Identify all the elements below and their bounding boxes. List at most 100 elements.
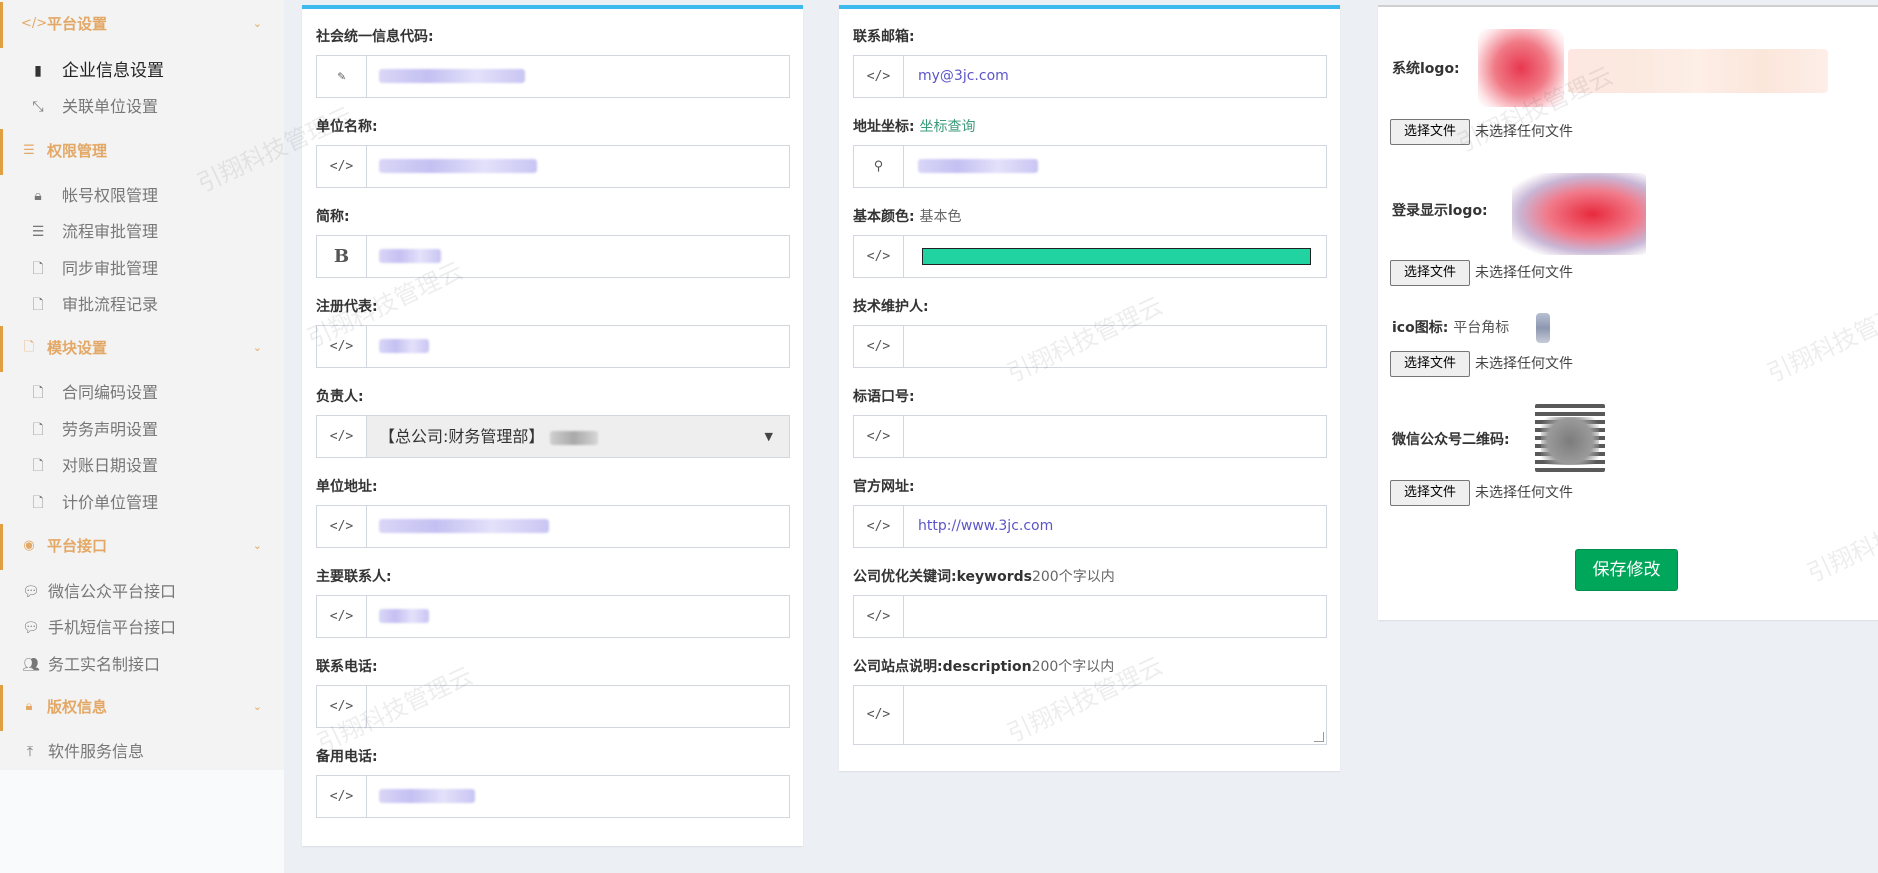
sidebar-section-label: 平台接口 xyxy=(47,537,108,555)
email-input[interactable]: </> my@3jc.com xyxy=(853,55,1327,98)
slogan-group: 标语口号: </> xyxy=(853,388,1327,458)
wechat-icon: 💬︎ xyxy=(22,584,40,600)
sidebar-item-reconciliation-date[interactable]: 🗋︎ 对账日期设置 xyxy=(0,448,284,484)
slogan-input[interactable]: </> xyxy=(853,415,1327,458)
sidebar-item-contract-code[interactable]: 🗋︎ 合同编码设置 xyxy=(0,375,284,411)
wechat-qr-file-status: 未选择任何文件 xyxy=(1475,485,1573,501)
sidebar-item-account-permissions[interactable]: 🔒︎ 帐号权限管理 xyxy=(0,178,284,214)
address-input[interactable]: </> xyxy=(316,505,790,548)
sidebar-item-labor-statement[interactable]: 🗋︎ 劳务声明设置 xyxy=(0,412,284,448)
website-label: 官方网址: xyxy=(853,479,915,495)
backup-phone-input[interactable]: </> xyxy=(316,775,790,818)
legal-rep-value xyxy=(379,326,429,367)
slogan-label: 标语口号: xyxy=(853,389,915,405)
code-icon: </> xyxy=(317,776,367,817)
login-logo-file-button[interactable]: 选择文件 xyxy=(1390,260,1470,286)
users-icon: 👥︎ xyxy=(22,657,40,673)
credit-code-value xyxy=(379,56,525,97)
sidebar-item-label: 同步审批管理 xyxy=(62,259,159,278)
description-group: 公司站点说明:description200个字以内 </> xyxy=(853,658,1327,745)
sidebar-section-label: 权限管理 xyxy=(47,142,108,160)
sidebar-item-wechat-api[interactable]: 💬︎ 微信公众平台接口 xyxy=(0,574,284,610)
sidebar-item-pricing-units[interactable]: 🗋︎ 计价单位管理 xyxy=(0,485,284,521)
legal-rep-label: 注册代表: xyxy=(316,299,378,315)
basic-info-panel: 社会统一信息代码: ✎ 单位名称: </> 简称: B 注册代表: </> 负责… xyxy=(302,5,803,846)
sidebar-item-related-units[interactable]: ⤡ 关联单位设置 xyxy=(0,89,284,125)
website-group: 官方网址: </> http://www.3jc.com xyxy=(853,478,1327,548)
short-name-label: 简称: xyxy=(316,209,350,225)
color-sublabel: 基本色 xyxy=(919,209,962,225)
keywords-label: 公司优化关键词: xyxy=(853,569,957,585)
manager-value: 【总公司:财务管理部】 xyxy=(379,416,598,457)
sidebar-item-enterprise-info[interactable]: ▮ 企业信息设置 xyxy=(0,53,284,89)
sidebar-item-approval-records[interactable]: 🗋︎ 审批流程记录 xyxy=(0,287,284,323)
backup-phone-group: 备用电话: </> xyxy=(316,748,790,818)
sidebar-section-platform-settings[interactable]: </> 平台设置 ⌄ xyxy=(0,2,284,48)
sidebar-item-label: 务工实名制接口 xyxy=(48,655,161,674)
sidebar-item-software-service[interactable]: ⤒ 软件服务信息 xyxy=(0,734,284,770)
code-icon: </> xyxy=(317,506,367,547)
maintainer-input[interactable]: </> xyxy=(853,325,1327,368)
save-button[interactable]: 保存修改 xyxy=(1575,549,1678,591)
code-icon: </> xyxy=(854,326,904,367)
description-keyword: description xyxy=(942,659,1032,675)
sidebar-item-process-approval[interactable]: ☰ 流程审批管理 xyxy=(0,214,284,250)
login-logo-file-status: 未选择任何文件 xyxy=(1475,265,1573,281)
contact-input[interactable]: </> xyxy=(316,595,790,638)
system-logo-text-image xyxy=(1568,49,1828,93)
compress-icon: ⤡ xyxy=(32,99,44,115)
keywords-input[interactable]: </> xyxy=(853,595,1327,638)
file-icon: 🗋︎ xyxy=(32,297,44,313)
short-name-group: 简称: B xyxy=(316,208,790,278)
short-name-input[interactable]: B xyxy=(316,235,790,278)
code-icon: </> xyxy=(317,686,367,727)
sidebar-item-sms-api[interactable]: 💬︎ 手机短信平台接口 xyxy=(0,610,284,646)
coords-query-link[interactable]: 坐标查询 xyxy=(919,119,975,135)
color-swatch[interactable] xyxy=(922,248,1311,265)
keywords-hint: 200个字以内 xyxy=(1031,569,1115,585)
credit-code-input[interactable]: ✎ xyxy=(316,55,790,98)
code-icon: </> xyxy=(21,16,48,31)
unit-name-group: 单位名称: </> xyxy=(316,118,790,188)
coords-group: 地址坐标: 坐标查询 ⚲ xyxy=(853,118,1327,188)
short-name-value xyxy=(379,236,441,277)
lock-icon: 🔒︎ xyxy=(34,188,42,204)
coords-input[interactable]: ⚲ xyxy=(853,145,1327,188)
manager-group: 负责人: </> 【总公司:财务管理部】 ▼ xyxy=(316,388,790,458)
phone-input[interactable]: </> xyxy=(316,685,790,728)
code-icon: </> xyxy=(317,326,367,367)
wechat-qr-file-button[interactable]: 选择文件 xyxy=(1390,480,1470,506)
resize-handle[interactable] xyxy=(1314,732,1324,742)
sidebar-section-modules[interactable]: 🗋︎ 模块设置 ⌄ xyxy=(0,326,284,372)
code-icon: </> xyxy=(854,686,904,744)
manager-select[interactable]: </> 【总公司:财务管理部】 ▼ xyxy=(316,415,790,458)
unit-name-input[interactable]: </> xyxy=(316,145,790,188)
unit-name-label: 单位名称: xyxy=(316,119,378,135)
backup-phone-value xyxy=(379,776,475,817)
color-input[interactable]: </> xyxy=(853,235,1327,278)
login-logo-image xyxy=(1512,173,1646,255)
file-icon: 🗋︎ xyxy=(32,458,44,474)
code-icon: </> xyxy=(854,596,904,637)
system-logo-file-button[interactable]: 选择文件 xyxy=(1390,119,1470,145)
website-input[interactable]: </> http://www.3jc.com xyxy=(853,505,1327,548)
phone-label: 联系电话: xyxy=(316,659,378,675)
color-group: 基本颜色: 基本色 </> xyxy=(853,208,1327,278)
code-icon: </> xyxy=(317,146,367,187)
sidebar-item-label: 微信公众平台接口 xyxy=(48,582,177,601)
sidebar-section-permissions[interactable]: ☰ 权限管理 xyxy=(0,129,284,175)
sidebar-item-label: 计价单位管理 xyxy=(62,493,159,512)
contact-label: 主要联系人: xyxy=(316,569,392,585)
sidebar-item-worker-realname-api[interactable]: 👥︎ 务工实名制接口 xyxy=(0,647,284,683)
legal-rep-input[interactable]: </> xyxy=(316,325,790,368)
description-textarea[interactable]: </> xyxy=(853,685,1327,745)
sidebar-item-sync-approval[interactable]: 🗋︎ 同步审批管理 xyxy=(0,251,284,287)
sidebar-section-platform-api[interactable]: ◉ 平台接口 ⌄ xyxy=(0,524,284,570)
sidebar-item-label: 审批流程记录 xyxy=(62,295,159,314)
sidebar-section-label: 平台设置 xyxy=(47,15,108,33)
sidebar-section-copyright[interactable]: 🔒︎ 版权信息 ⌄ xyxy=(0,685,284,731)
sidebar-item-label: 合同编码设置 xyxy=(62,383,159,402)
description-label-row: 公司站点说明:description200个字以内 xyxy=(853,658,1327,676)
ico-file-button[interactable]: 选择文件 xyxy=(1390,351,1470,377)
bold-icon: B xyxy=(317,236,367,277)
